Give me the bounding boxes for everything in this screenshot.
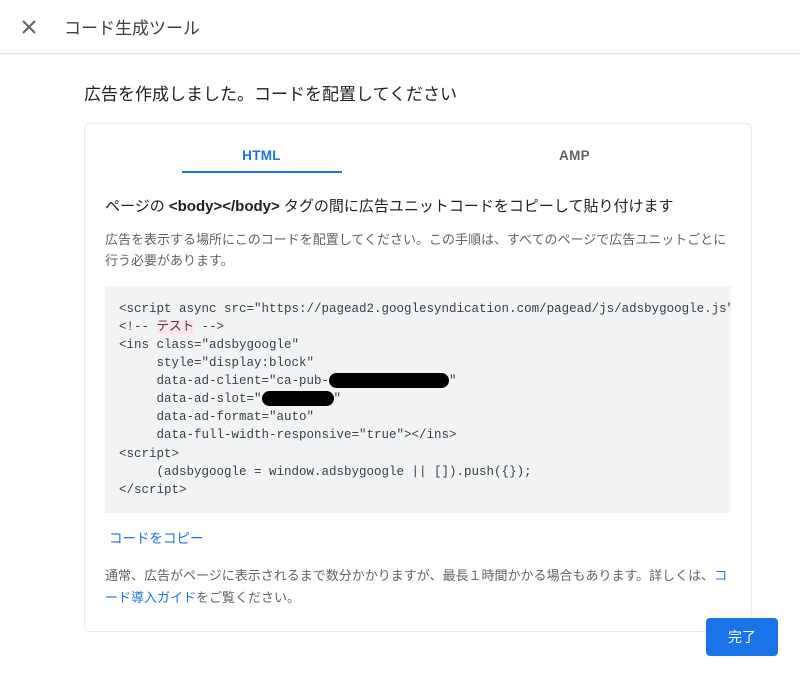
footer-text-before: 通常、広告がページに表示されるまで数分かかりますが、最長１時間かかる場合もありま… <box>105 568 714 583</box>
section-heading: ページの <body></body> タグの間に広告ユニットコードをコピーして貼… <box>105 195 731 216</box>
code-line: <script> <box>119 447 179 461</box>
section-heading-prefix: ページの <box>105 198 169 215</box>
section-heading-suffix: タグの間に広告ユニットコードをコピーして貼り付けます <box>280 198 674 215</box>
code-line: --> <box>194 320 224 334</box>
footer-text-after: をご覧ください。 <box>196 590 300 605</box>
code-line-highlight: テスト <box>157 320 195 334</box>
close-icon[interactable] <box>20 18 38 36</box>
header-title: コード生成ツール <box>64 14 200 39</box>
tabs: HTML AMP <box>105 136 731 173</box>
redacted-text <box>262 391 334 406</box>
redacted-text <box>329 373 449 388</box>
page-heading: 広告を作成しました。コードを配置してください <box>84 80 752 105</box>
content-area: 広告を作成しました。コードを配置してください HTML AMP ページの <bo… <box>0 54 800 632</box>
code-line: data-ad-slot=" <box>119 392 262 406</box>
code-line: <ins class="adsbygoogle" <box>119 338 299 352</box>
code-line: data-full-width-responsive="true"></ins> <box>119 428 457 442</box>
tab-amp[interactable]: AMP <box>515 136 635 173</box>
code-line: </script> <box>119 483 187 497</box>
code-line: " <box>449 374 457 388</box>
done-button[interactable]: 完了 <box>706 618 778 656</box>
section-heading-tag: <body></body> <box>169 198 280 215</box>
code-line: data-ad-format="auto" <box>119 410 314 424</box>
card: HTML AMP ページの <body></body> タグの間に広告ユニットコ… <box>84 123 752 632</box>
code-line: <script async src="https://pagead2.googl… <box>119 302 731 316</box>
copy-code-link[interactable]: コードをコピー <box>109 527 204 547</box>
code-line: data-ad-client="ca-pub- <box>119 374 329 388</box>
code-block[interactable]: <script async src="https://pagead2.googl… <box>105 286 731 513</box>
tab-html[interactable]: HTML <box>202 136 322 173</box>
header-bar: コード生成ツール <box>0 0 800 54</box>
done-bar: 完了 <box>706 618 778 656</box>
code-line: <!-- <box>119 320 157 334</box>
code-line: style="display:block" <box>119 356 314 370</box>
section-description: 広告を表示する場所にこのコードを配置してください。この手順は、すべてのページで広… <box>105 230 731 272</box>
footer-text: 通常、広告がページに表示されるまで数分かかりますが、最長１時間かかる場合もありま… <box>105 565 731 609</box>
code-line: (adsbygoogle = window.adsbygoogle || [])… <box>119 465 532 479</box>
code-line: " <box>334 392 342 406</box>
